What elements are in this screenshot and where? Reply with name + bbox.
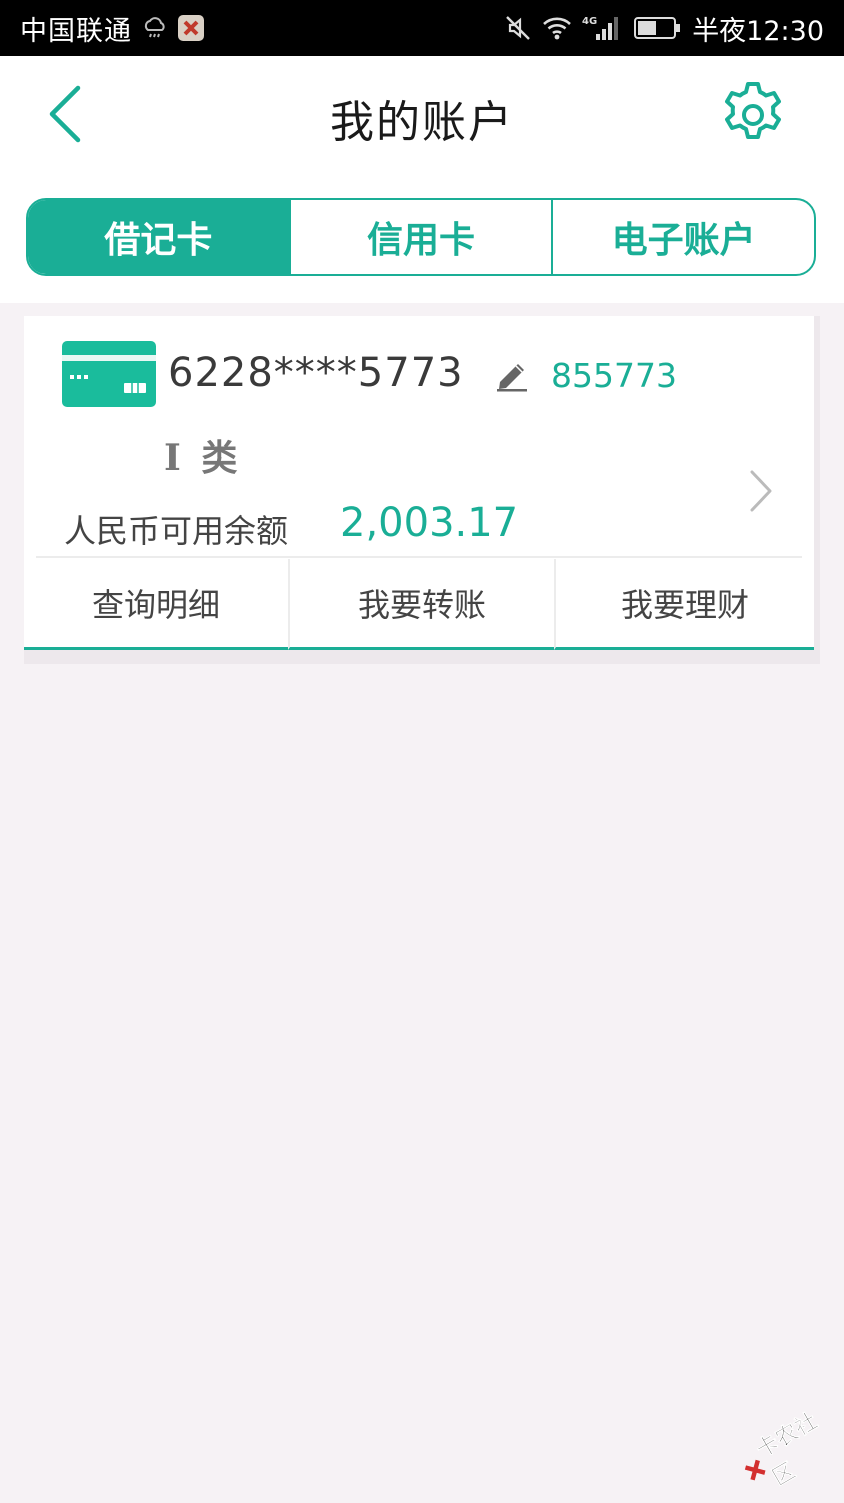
tab-credit-card[interactable]: 信用卡 (288, 200, 552, 274)
settings-button[interactable] (716, 78, 790, 152)
status-left: 中国联通 (20, 9, 204, 48)
account-class-label: I 类 (164, 437, 242, 479)
card-shadow (24, 650, 820, 664)
divider (36, 556, 802, 558)
wealth-management-button[interactable]: 我要理财 (554, 559, 814, 650)
pencil-icon (497, 364, 527, 392)
balance-value: 2,003.17 (340, 500, 519, 546)
card-shadow (814, 316, 820, 664)
status-right: 4G 半夜12:30 (504, 9, 824, 48)
balance-label: 人民币可用余额 (64, 512, 289, 550)
carrier-name: 中国联通 (20, 15, 132, 47)
notification-app-icon (178, 15, 204, 41)
bank-card-icon (62, 341, 156, 407)
card-detail-button[interactable] (746, 466, 776, 516)
signal-icon: 4G (582, 14, 624, 42)
tab-e-account[interactable]: 电子账户 (551, 200, 814, 274)
gear-icon (725, 82, 781, 139)
account-card[interactable]: 6228****5773 855773 I 类 人民币可用余额 2,003.17… (24, 316, 814, 650)
edit-alias-button[interactable] (494, 356, 530, 392)
weather-icon (142, 16, 168, 40)
card-alias: 855773 (551, 356, 677, 395)
tabs-area: 借记卡 信用卡 电子账户 (0, 178, 844, 303)
card-actions: 查询明细 我要转账 我要理财 (24, 559, 814, 650)
wifi-icon (542, 15, 572, 41)
card-number: 6228****5773 (168, 350, 464, 396)
mute-icon (504, 14, 532, 42)
network-type-label: 4G (582, 16, 597, 27)
watermark: 卡农社区 (731, 1397, 844, 1502)
battery-icon (634, 16, 682, 40)
nav-bar: 我的账户 (0, 56, 844, 178)
account-type-tabs: 借记卡 信用卡 电子账户 (26, 198, 816, 276)
status-time: 半夜12:30 (692, 15, 824, 47)
status-bar: 中国联通 4G 半夜12:30 (0, 0, 844, 56)
chevron-right-icon (750, 470, 772, 512)
tab-debit-card[interactable]: 借记卡 (28, 200, 289, 274)
query-details-button[interactable]: 查询明细 (24, 559, 288, 650)
transfer-button[interactable]: 我要转账 (288, 559, 554, 650)
